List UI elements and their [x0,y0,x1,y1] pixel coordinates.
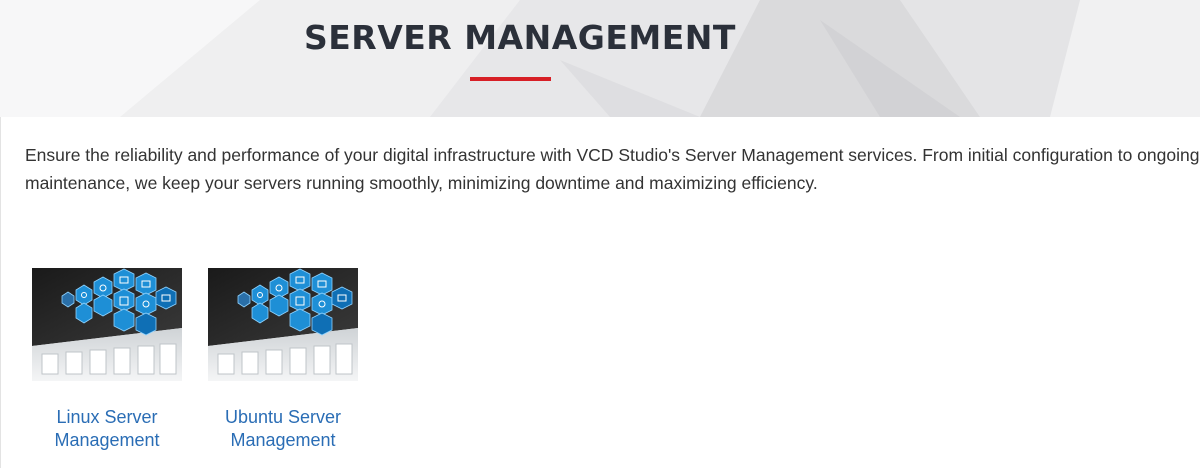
page-title: SERVER MANAGEMENT [304,18,736,57]
server-network-thumbnail[interactable] [32,268,182,381]
linux-server-management-link[interactable]: Linux Server Management [12,406,202,452]
title-underline-accent [470,77,551,81]
ubuntu-server-management-link[interactable]: Ubuntu Server Management [188,406,378,452]
service-card-linux[interactable]: Linux Server Management [32,268,182,452]
intro-paragraph: Ensure the reliability and performance o… [25,145,1200,193]
content-left-border [0,117,1,468]
server-network-thumbnail[interactable] [208,268,358,381]
page-banner: SERVER MANAGEMENT [0,0,1200,117]
service-card-ubuntu[interactable]: Ubuntu Server Management [208,268,358,452]
